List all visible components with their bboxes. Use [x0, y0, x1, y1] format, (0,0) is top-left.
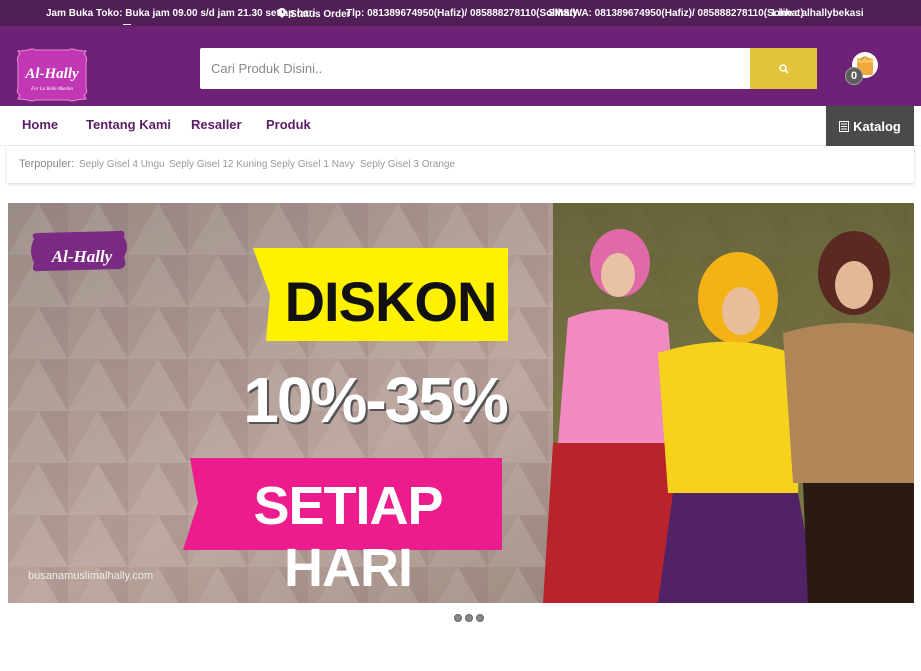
- nav-item-produk[interactable]: Produk: [266, 117, 311, 132]
- list-icon: [839, 120, 850, 132]
- site-logo[interactable]: Al-Hally For La Belle Muslim: [14, 48, 90, 102]
- slider-dot[interactable]: [476, 614, 484, 622]
- cart-button[interactable]: 0: [843, 48, 881, 92]
- katalog-label: Katalog: [853, 118, 901, 134]
- banner-discount: 10%-35%: [243, 364, 509, 436]
- status-order-label: Status Order: [290, 9, 351, 20]
- popular-item[interactable]: Seply Gisel 12 Kuning: [169, 159, 267, 170]
- popular-item[interactable]: Seply Gisel 4 Ungu: [79, 159, 165, 170]
- map-pin-icon: [278, 8, 286, 18]
- popular-label: Terpopuler:: [19, 158, 75, 170]
- svg-text:For La Belle Muslim: For La Belle Muslim: [30, 87, 73, 92]
- banner-logo: Al-Hally: [51, 247, 113, 266]
- search-button[interactable]: [750, 48, 817, 89]
- search-icon: [778, 63, 789, 74]
- logo-badge-icon: Al-Hally For La Belle Muslim: [16, 48, 88, 102]
- divider: [123, 24, 131, 25]
- status-order-link[interactable]: Status Order: [278, 8, 351, 20]
- main-nav: Home Tentang Kami Resaller Produk Katalo…: [0, 106, 921, 146]
- promo-banner[interactable]: Al-Hally DISKON 10%-35% SETIAP HARI busa…: [8, 203, 914, 603]
- phone-info: Tlp: 081389674950(Hafiz)/ 085888278110(S…: [346, 8, 577, 19]
- search-bar: [200, 48, 817, 89]
- header: Al-Hally For La Belle Muslim 0: [0, 26, 921, 106]
- slider-dot[interactable]: [465, 614, 473, 622]
- banner-url: busanamuslimalhally.com: [28, 570, 154, 582]
- nav-item-home[interactable]: Home: [22, 117, 58, 132]
- nav-item-resaller[interactable]: Resaller: [191, 117, 242, 132]
- search-input[interactable]: [200, 48, 750, 89]
- nav-item-tentang-kami[interactable]: Tentang Kami: [86, 117, 171, 132]
- cart-count-badge: 0: [845, 67, 863, 85]
- popular-item[interactable]: Seply Gisel 1 Navy: [270, 159, 354, 170]
- katalog-button[interactable]: Katalog: [826, 106, 914, 146]
- line-info: Line : alhallybekasi: [772, 8, 864, 19]
- sms-info: SMS/WA: 081389674950(Hafiz)/ 08588827811…: [548, 8, 804, 19]
- svg-text:Al-Hally: Al-Hally: [24, 66, 79, 82]
- slider-dots: [454, 614, 484, 622]
- banner-tagline: SETIAP HARI: [253, 476, 443, 598]
- popular-item[interactable]: Seply Gisel 3 Orange: [360, 159, 455, 170]
- banner-headline: DISKON: [284, 270, 498, 333]
- top-info-bar: Jam Buka Toko: Buka jam 09.00 s/d jam 21…: [0, 0, 921, 26]
- slider-dot[interactable]: [454, 614, 462, 622]
- popular-searches: Terpopuler: Seply Gisel 4 Ungu Seply Gis…: [7, 146, 914, 183]
- store-hours: Jam Buka Toko: Buka jam 09.00 s/d jam 21…: [46, 8, 316, 19]
